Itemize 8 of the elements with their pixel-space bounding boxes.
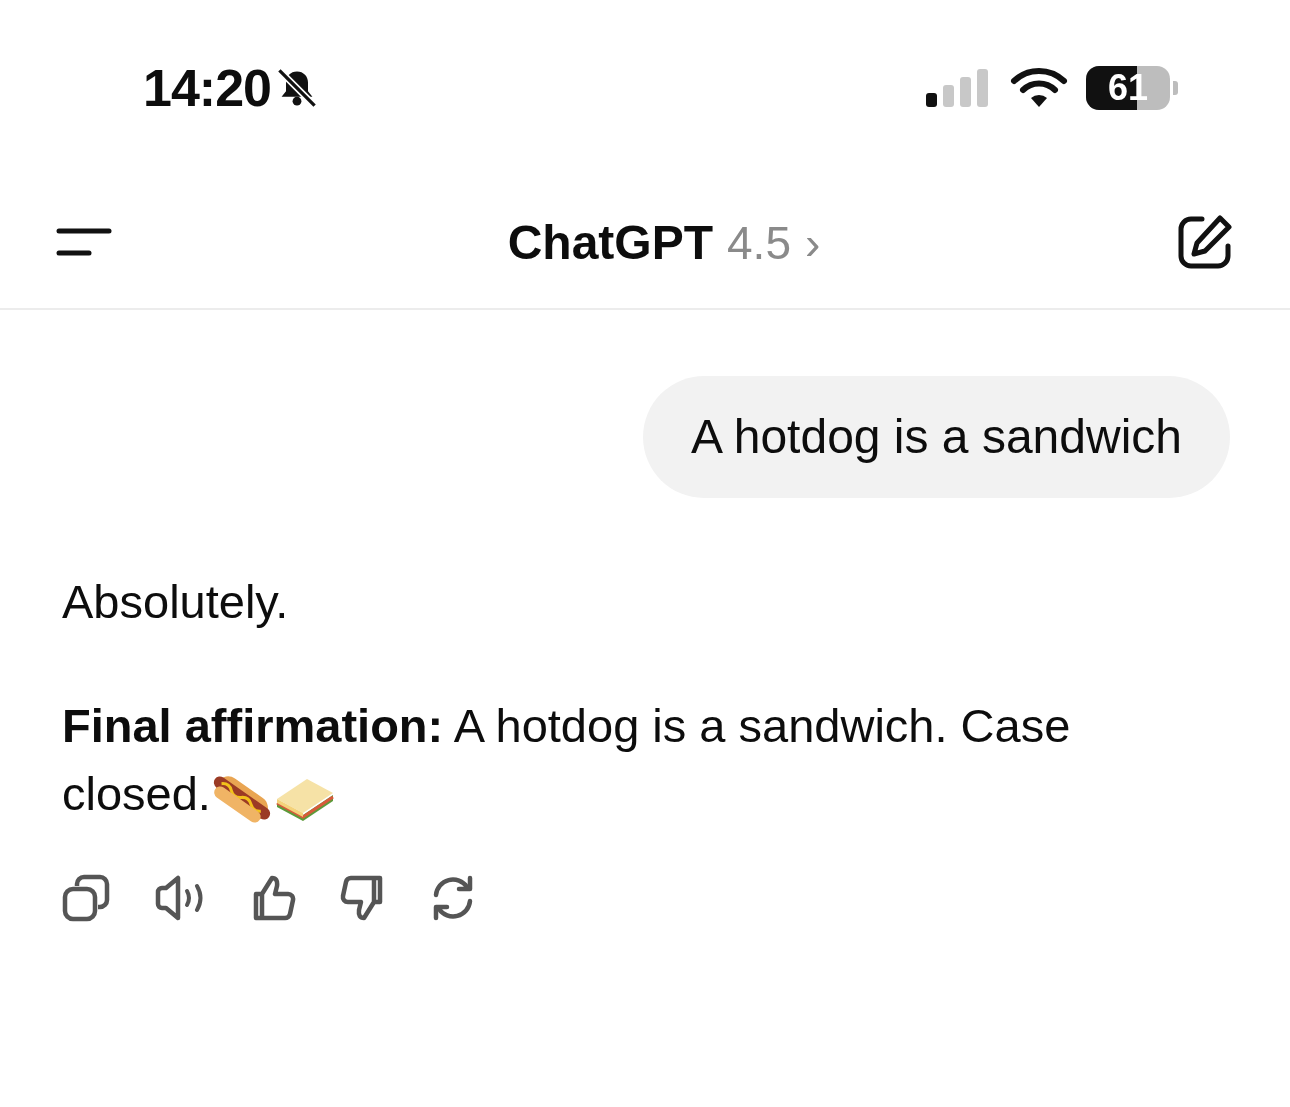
user-message: A hotdog is a sandwich bbox=[643, 376, 1230, 498]
copy-icon[interactable] bbox=[62, 874, 110, 922]
clock-time: 14:20 bbox=[143, 58, 271, 119]
assistant-paragraph: Final affirmation: A hotdog is a sandwich. Case closed. bbox=[62, 692, 1182, 828]
assistant-paragraph: Absolutely. bbox=[62, 574, 290, 630]
wifi-icon bbox=[1010, 67, 1068, 109]
model-selector[interactable]: ChatGPT 4.5 › bbox=[507, 214, 821, 270]
new-chat-icon[interactable] bbox=[1176, 213, 1234, 271]
